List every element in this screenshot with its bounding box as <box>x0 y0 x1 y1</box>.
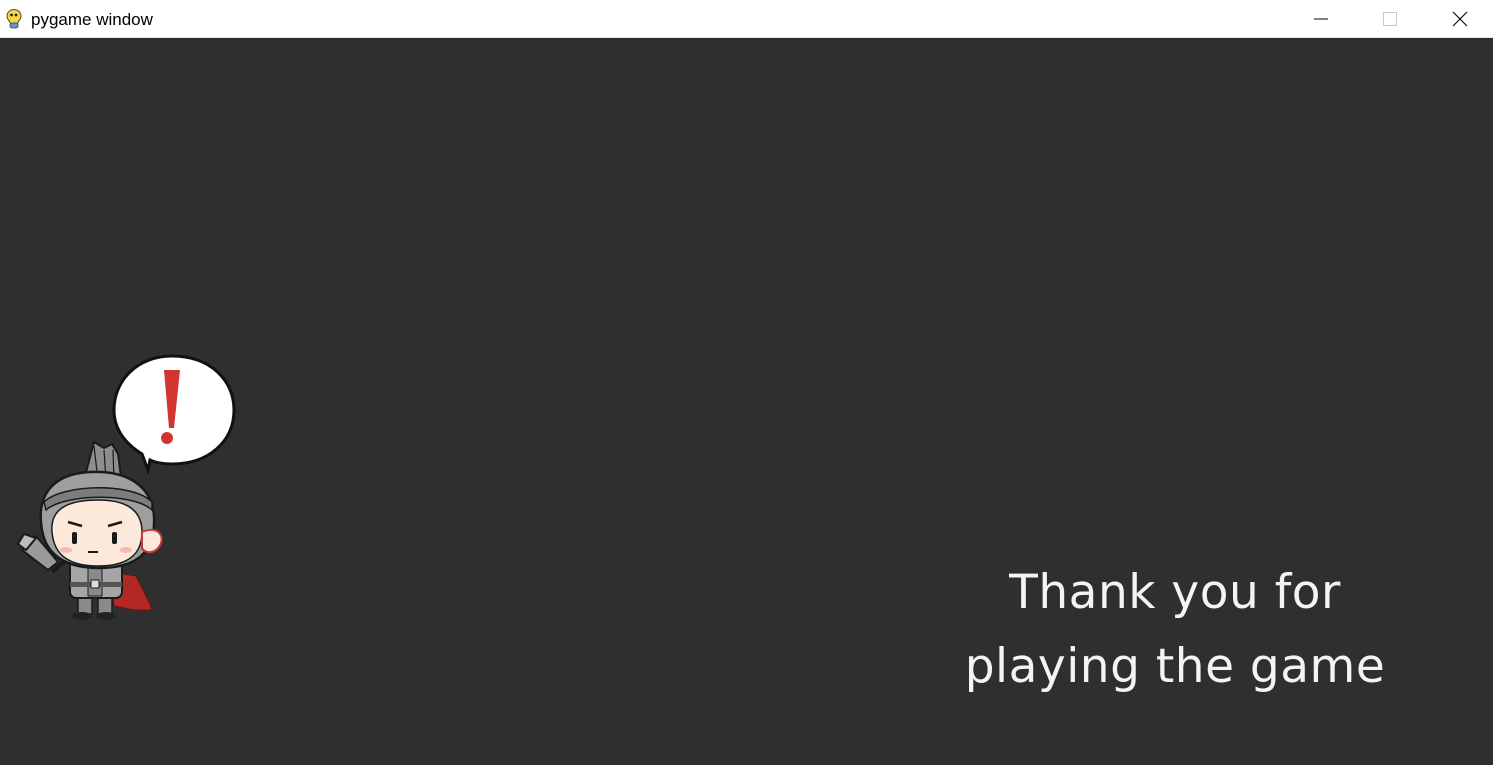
thank-you-message: Thank you for playing the game <box>930 556 1420 704</box>
game-canvas[interactable]: Thank you for playing the game <box>0 38 1493 765</box>
message-line-2: playing the game <box>964 639 1386 694</box>
message-line-1: Thank you for <box>1009 565 1341 620</box>
window-titlebar[interactable]: pygame window <box>0 0 1493 38</box>
speech-bubble <box>112 354 236 476</box>
minimize-icon <box>1314 18 1328 19</box>
minimize-button[interactable] <box>1286 0 1356 37</box>
close-button[interactable] <box>1426 0 1493 37</box>
window-title: pygame window <box>31 10 153 29</box>
knight-character <box>16 354 236 620</box>
close-icon <box>1452 11 1467 26</box>
pygame-snake-icon <box>6 9 22 29</box>
maximize-button[interactable] <box>1355 0 1425 37</box>
maximize-icon <box>1383 11 1397 26</box>
